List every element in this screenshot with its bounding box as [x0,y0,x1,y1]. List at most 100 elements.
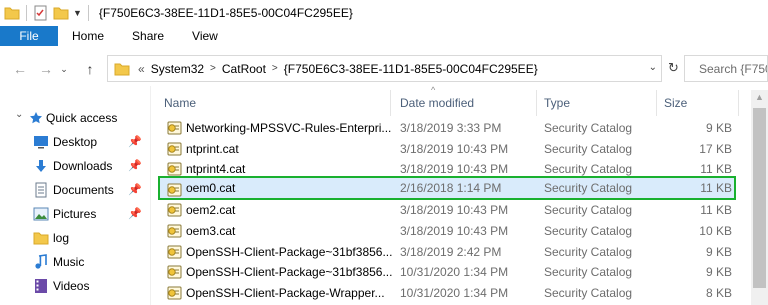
nav-item-downloads[interactable]: Downloads 📌 [0,155,150,177]
file-date-modified: 10/31/2020 1:34 PM [400,285,509,300]
properties-icon[interactable] [33,5,49,21]
recent-locations-button[interactable]: ⌄ [56,57,72,81]
file-date-modified: 3/18/2019 10:43 PM [400,224,509,238]
back-button[interactable]: ← [8,57,32,81]
file-name: OpenSSH-Client-Package~31bf3856... [186,265,393,280]
music-icon [35,254,47,269]
file-date-modified: 3/18/2019 10:43 PM [400,162,509,177]
nav-item-desktop[interactable]: Desktop 📌 [0,131,150,153]
videos-icon [35,279,47,293]
up-button[interactable]: ↑ [78,57,102,81]
desktop-icon [34,136,48,149]
tab-view[interactable]: View [178,26,232,46]
column-header-row: ^ Name Date modified Type Size [160,85,750,116]
file-type: Security Catalog [544,224,633,238]
nav-label: Quick access [46,111,118,125]
quick-access-toolbar: ▼ [0,5,91,21]
folder-icon [4,7,20,20]
pin-icon[interactable]: 📌 [128,135,142,148]
file-size: 11 KB [700,162,732,177]
search-box[interactable]: Search {F750E6C3-38EE-11D1-85E5-00C04FC2… [684,55,768,82]
folder-icon [114,63,130,75]
customize-toolbar-icon[interactable]: ▼ [73,8,82,18]
column-header-type[interactable]: Type [544,96,570,110]
column-divider[interactable] [656,90,657,116]
breadcrumb-overflow[interactable]: « [138,62,145,76]
breadcrumb-current-folder[interactable]: {F750E6C3-38EE-11D1-85E5-00C04FC295EE} [284,62,538,76]
refresh-icon[interactable]: ↻ [668,60,679,76]
catalog-file-icon [166,223,184,239]
download-icon [36,160,46,172]
breadcrumb-system32[interactable]: System32 [151,62,204,76]
column-header-name[interactable]: Name [164,96,196,110]
address-bar[interactable]: « System32 > CatRoot > {F750E6C3-38EE-11… [107,55,662,82]
title-bar: ▼ {F750E6C3-38EE-11D1-85E5-00C04FC295EE} [0,0,768,26]
file-type: Security Catalog [544,203,633,218]
catalog-file-icon [166,264,184,280]
nav-item-videos[interactable]: Videos [0,275,150,297]
file-size: 17 KB [699,141,732,156]
star-icon [30,112,42,124]
forward-button[interactable]: → [34,57,58,81]
file-type: Security Catalog [544,121,633,135]
catalog-file-icon [166,120,184,136]
address-dropdown-icon[interactable]: ⌄ [649,62,657,73]
file-name: oem3.cat [186,224,236,238]
file-size: 9 KB [705,121,732,135]
nav-item-log[interactable]: log [0,227,150,249]
file-type: Security Catalog [544,265,633,280]
pin-icon[interactable]: 📌 [128,207,142,220]
file-type: Security Catalog [544,180,633,195]
vertical-scrollbar[interactable]: ▲ [751,90,768,305]
tab-file[interactable]: File [0,26,58,46]
column-header-date[interactable]: Date modified [400,96,474,110]
scrollbar-thumb[interactable] [753,108,766,288]
catalog-file-icon [166,161,184,177]
arrow-left-icon: ← [13,61,27,77]
arrow-up-icon: ↑ [86,61,94,77]
nav-item-pictures[interactable]: Pictures 📌 [0,203,150,225]
column-divider[interactable] [390,90,391,116]
pane-divider[interactable] [150,86,151,305]
chevron-right-icon[interactable]: > [272,63,278,74]
file-row[interactable]: OpenSSH-Client-Package-Wrapper... 10/31/2… [160,281,736,305]
tab-share[interactable]: Share [118,26,178,46]
file-date-modified: 3/18/2019 3:33 PM [400,121,502,135]
nav-item-quick-access[interactable]: ⌄ Quick access [0,107,150,129]
catalog-file-icon [166,141,184,157]
nav-label: log [53,231,70,245]
file-name: oem0.cat [186,180,236,195]
toolbar-separator [26,5,27,21]
column-divider[interactable] [536,90,537,116]
nav-item-music[interactable]: Music [0,251,150,273]
search-placeholder: Search {F750E6C3-38EE-11D1-85E5-00C04FC2… [699,61,767,76]
file-row[interactable]: oem0.cat 2/16/2018 1:14 PM Security Catalo… [158,175,736,200]
file-name: oem2.cat [186,203,236,218]
chevron-right-icon[interactable]: > [210,63,216,74]
documents-icon [35,182,47,198]
file-date-modified: 3/18/2019 10:43 PM [400,203,509,218]
ribbon-tabs: File Home Share View [0,26,768,46]
column-divider[interactable] [738,90,739,116]
tab-home[interactable]: Home [58,26,118,46]
file-size: 9 KB [705,265,732,280]
catalog-file-icon [166,285,184,301]
column-header-size[interactable]: Size [664,96,687,110]
pin-icon[interactable]: 📌 [128,159,142,172]
file-name: OpenSSH-Client-Package~31bf3856... [186,244,393,259]
chevron-down-icon[interactable]: ⌄ [15,109,23,120]
scroll-up-icon[interactable]: ▲ [755,92,764,102]
file-name: OpenSSH-Client-Package-Wrapper... [186,285,385,300]
file-size: 10 KB [699,224,732,238]
toolbar-separator [87,5,89,21]
file-size: 11 KB [700,180,732,195]
nav-label: Videos [53,279,90,293]
pictures-icon [33,207,49,221]
breadcrumb-catroot[interactable]: CatRoot [222,62,266,76]
file-date-modified: 3/18/2019 10:43 PM [400,141,509,156]
nav-item-documents[interactable]: Documents 📌 [0,179,150,201]
new-folder-icon[interactable] [53,6,69,20]
address-row: ← → ⌄ ↑ « System32 > CatRoot > {F750E6C3… [0,52,768,86]
file-type: Security Catalog [544,285,633,300]
pin-icon[interactable]: 📌 [128,183,142,196]
